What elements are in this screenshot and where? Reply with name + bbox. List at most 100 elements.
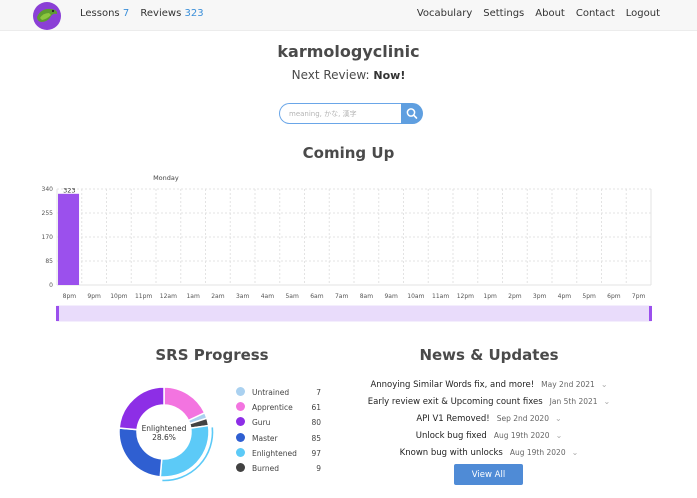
next-review: Next Review: Now!	[0, 68, 697, 82]
chart-y-tick-label: 0	[49, 282, 53, 289]
news-item-title: Early review exit & Upcoming count fixes	[367, 396, 543, 407]
chevron-down-icon[interactable]: ⌄	[555, 414, 562, 423]
nav-link-logout[interactable]: Logout	[626, 8, 660, 19]
chart-x-tick-label: 2pm	[508, 293, 522, 300]
srs-stage-count: 80	[311, 418, 321, 428]
news-item-date: Aug 19th 2020	[509, 448, 566, 457]
srs-legend-row-apprentice[interactable]: Apprentice 61	[236, 401, 326, 416]
news-item-title: API V1 Removed!	[416, 413, 490, 424]
lessons-link[interactable]: Lessons 7	[80, 8, 129, 19]
news-item[interactable]: API V1 Removed! Sep 2nd 2020 ⌄	[352, 410, 626, 427]
srs-stage-count: 9	[316, 463, 321, 473]
chart-x-tick-label: 3pm	[533, 293, 547, 300]
news-item[interactable]: Early review exit & Upcoming count fixes…	[352, 393, 626, 410]
srs-legend-row-guru[interactable]: Guru 80	[236, 416, 326, 431]
chart-x-tick-label: 12pm	[457, 293, 474, 300]
search-icon	[406, 108, 418, 119]
chevron-down-icon[interactable]: ⌄	[556, 431, 563, 440]
srs-stage-name: Apprentice	[252, 403, 293, 413]
srs-legend-row-untrained[interactable]: Untrained 7	[236, 386, 326, 401]
chart-x-tick-label: 3am	[236, 293, 249, 300]
chart-x-tick-label: 7am	[335, 293, 348, 300]
nav-counts: Lessons 7 Reviews 323	[80, 8, 212, 19]
chart-x-tick-label: 4pm	[558, 293, 572, 300]
news-item-date: May 2nd 2021	[541, 380, 595, 389]
srs-stage-name: Enlightened	[252, 448, 297, 458]
srs-stage-name: Master	[252, 433, 278, 443]
coming-up-chart: 0 85 170 255 340 8pm 9pm 10pm 11pm 12am 1am 2am 3am 4…	[42, 174, 652, 322]
view-all-button[interactable]: View All	[454, 464, 523, 485]
chart-x-tick-label: 8am	[360, 293, 373, 300]
news-item-title: Unlock bug fixed	[415, 430, 487, 441]
reviews-label: Reviews	[140, 8, 182, 19]
nav-link-about[interactable]: About	[535, 8, 565, 19]
chart-x-tick-label: 4am	[261, 293, 274, 300]
srs-legend-row-enlightened[interactable]: Enlightened 97	[236, 447, 326, 462]
lessons-count: 7	[122, 8, 130, 19]
srs-legend-row-burned[interactable]: Burned 9	[236, 462, 326, 477]
nav-links: Vocabulary Settings About Contact Logout	[417, 8, 660, 19]
top-navbar: Lessons 7 Reviews 323 Vocabulary Setting…	[0, 0, 697, 31]
nav-link-contact[interactable]: Contact	[576, 8, 615, 19]
chart-range-handle-left[interactable]	[56, 306, 59, 321]
chart-x-tick-label: 11am	[432, 293, 449, 300]
srs-stage-count: 85	[311, 433, 321, 443]
chart-x-tick-label: 6pm	[607, 293, 621, 300]
coming-up-title: Coming Up	[302, 144, 395, 162]
chart-x-tick-label: 8pm	[63, 293, 77, 300]
chart-x-tick-label: 5pm	[582, 293, 596, 300]
chevron-down-icon[interactable]: ⌄	[601, 380, 608, 389]
news-item-title: Annoying Similar Words fix, and more!	[370, 379, 535, 390]
chart-data-label: 323	[63, 186, 75, 194]
username-heading: karmologyclinic	[277, 42, 420, 61]
chevron-down-icon[interactable]: ⌄	[572, 448, 579, 457]
srs-donut-chart: Enlightened28.6%	[118, 386, 214, 482]
news-item-title: Known bug with unlocks	[399, 447, 503, 458]
logo-icon[interactable]	[31, 0, 63, 31]
srs-progress-title: SRS Progress	[155, 346, 269, 364]
nav-link-settings[interactable]: Settings	[483, 8, 524, 19]
search-bar	[279, 103, 423, 124]
search-input[interactable]	[279, 103, 403, 124]
chart-x-tick-label: 7pm	[632, 293, 646, 300]
untrained-icon	[236, 387, 245, 396]
srs-stage-count: 61	[311, 403, 321, 413]
chart-y-tick-label: 340	[42, 186, 54, 193]
donut-center-label: Enlightened	[142, 424, 187, 433]
chart-y-tick-label: 170	[42, 234, 54, 241]
srs-stage-name: Guru	[252, 418, 271, 428]
donut-center-value: 28.6%	[152, 433, 176, 442]
reviews-count: 323	[184, 8, 204, 19]
news-item[interactable]: Annoying Similar Words fix, and more! May…	[352, 376, 626, 393]
apprentice-icon	[236, 402, 245, 412]
news-list: Annoying Similar Words fix, and more! May…	[352, 376, 626, 461]
news-item-date: Jan 5th 2021	[549, 397, 598, 406]
chart-range-slider[interactable]	[56, 305, 652, 322]
chart-x-tick-label: 10am	[407, 293, 424, 300]
chart-x-tick-label: 5am	[285, 293, 298, 300]
news-item[interactable]: Known bug with unlocks Aug 19th 2020 ⌄	[352, 444, 626, 461]
srs-legend-row-master[interactable]: Master 85	[236, 432, 326, 447]
news-item[interactable]: Unlock bug fixed Aug 19th 2020 ⌄	[352, 427, 626, 444]
nav-link-vocabulary[interactable]: Vocabulary	[417, 8, 472, 19]
chart-range-handle-right[interactable]	[649, 306, 652, 321]
master-icon	[236, 432, 245, 442]
news-title: News & Updates	[419, 346, 559, 364]
chart-x-tick-label: 6am	[310, 293, 323, 300]
enlightened-icon	[236, 447, 245, 457]
reviews-link[interactable]: Reviews 323	[140, 8, 203, 19]
chevron-down-icon[interactable]: ⌄	[604, 397, 611, 406]
search-button[interactable]	[401, 103, 423, 124]
news-item-date: Aug 19th 2020	[493, 431, 550, 440]
srs-stage-name: Burned	[252, 463, 279, 473]
srs-stage-name: Untrained	[252, 388, 290, 397]
guru-icon	[236, 417, 245, 427]
chart-y-tick-label: 255	[42, 210, 54, 217]
chart-x-tick-label: 11pm	[135, 293, 152, 300]
next-review-value: Now!	[373, 69, 406, 82]
chart-bar[interactable]	[58, 193, 80, 285]
lessons-label: Lessons	[80, 8, 120, 19]
chart-x-tick-label: 1pm	[483, 293, 497, 300]
chart-x-tick-label: 9am	[384, 293, 397, 300]
chart-day-annotation: Monday	[153, 174, 179, 182]
